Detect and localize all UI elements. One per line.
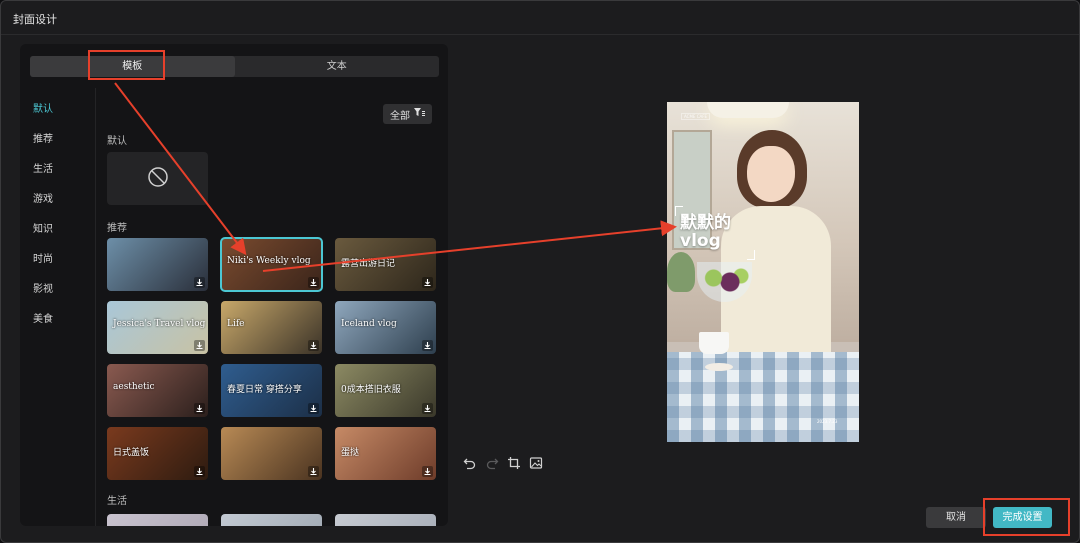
- category-fashion[interactable]: 时尚: [33, 250, 53, 265]
- section-label-default: 默认: [107, 136, 127, 147]
- preview-brand-sign: ACME CAFE: [681, 113, 711, 120]
- template-thumbnail[interactable]: 春夏日常 穿搭分享: [221, 364, 322, 417]
- preview-toolbar: [463, 455, 543, 470]
- template-thumbnail[interactable]: [335, 514, 436, 526]
- category-film[interactable]: 影视: [33, 280, 53, 295]
- preview-plant: [667, 252, 695, 292]
- preview-cover-title[interactable]: 默默的 vlog: [680, 214, 731, 250]
- done-button[interactable]: 完成设置: [993, 507, 1052, 528]
- section-label-life: 生活: [107, 496, 127, 507]
- preview-lamp: [707, 102, 789, 118]
- category-food[interactable]: 美食: [33, 310, 53, 325]
- filter-label: 全部: [390, 110, 410, 122]
- template-grid-area: 全部 默认 推荐 Niki's Weekly vlog 露营出游日记 Jessica…: [97, 88, 448, 526]
- download-icon[interactable]: [422, 340, 433, 351]
- filter-icon: [414, 108, 425, 120]
- template-thumbnail[interactable]: Niki's Weekly vlog: [220, 237, 323, 292]
- panel-tabs: 模板 文本: [30, 56, 439, 77]
- template-thumbnail[interactable]: 日式盖饭: [107, 427, 208, 480]
- download-icon[interactable]: [422, 466, 433, 477]
- template-thumbnail[interactable]: Life: [221, 301, 322, 354]
- crop-icon[interactable]: [507, 455, 521, 469]
- template-thumbnail-title: 春夏日常 穿搭分享: [227, 385, 302, 395]
- template-thumbnail-title: Niki's Weekly vlog: [227, 256, 311, 266]
- download-icon[interactable]: [308, 466, 319, 477]
- template-thumbnail[interactable]: Iceland vlog: [335, 301, 436, 354]
- template-thumbnail-title: Iceland vlog: [341, 319, 397, 329]
- preview-girl-face: [747, 146, 795, 202]
- preview-date: 2023.7.23: [817, 419, 838, 424]
- no-template-tile[interactable]: [107, 152, 208, 205]
- template-thumbnail[interactable]: [221, 514, 322, 526]
- preview-bracket-bottom-right: [747, 250, 755, 260]
- preview-cup: [699, 332, 729, 354]
- undo-icon[interactable]: [463, 455, 477, 470]
- cover-design-dialog: 封面设计 模板 文本 默认 推荐 生活 游戏 知识 时尚 影视 美食 全部 默认: [0, 0, 1080, 543]
- template-thumbnail-title: aesthetic: [113, 382, 155, 392]
- preview-title-line1: 默默的: [680, 213, 731, 233]
- redo-icon[interactable]: [485, 455, 499, 470]
- download-icon[interactable]: [308, 340, 319, 351]
- category-life[interactable]: 生活: [33, 160, 53, 175]
- download-icon[interactable]: [308, 403, 319, 414]
- category-sidebar: 默认 推荐 生活 游戏 知识 时尚 影视 美食: [20, 88, 96, 526]
- template-thumbnail-title: 0成本搭旧衣服: [341, 385, 401, 395]
- template-thumbnail[interactable]: 露营出游日记: [335, 238, 436, 291]
- download-icon[interactable]: [308, 277, 319, 288]
- replace-image-icon[interactable]: [529, 455, 543, 469]
- filter-button[interactable]: 全部: [383, 104, 432, 124]
- tab-text[interactable]: 文本: [235, 56, 440, 77]
- title-divider: [1, 34, 1079, 35]
- template-thumbnail[interactable]: 蛋挞: [335, 427, 436, 480]
- cover-preview[interactable]: ACME CAFE 默默的 vlog 2023.7.23: [667, 102, 859, 442]
- section-label-recommend: 推荐: [107, 223, 127, 234]
- template-thumbnail[interactable]: [107, 238, 208, 291]
- cancel-button[interactable]: 取消: [926, 507, 986, 528]
- category-default[interactable]: 默认: [33, 100, 53, 115]
- preview-tablecloth-pattern: [667, 352, 859, 442]
- template-thumbnail-title: 蛋挞: [341, 448, 360, 458]
- preview-title-line2: vlog: [680, 231, 721, 251]
- category-knowledge[interactable]: 知识: [33, 220, 53, 235]
- category-recommend[interactable]: 推荐: [33, 130, 53, 145]
- template-thumbnail-title: 露营出游日记: [341, 259, 396, 269]
- template-thumbnail[interactable]: [107, 514, 208, 526]
- template-thumbnail-title: Life: [227, 319, 245, 329]
- no-template-icon: [147, 166, 169, 192]
- template-thumbnail-title: Jessica's Travel vlog: [113, 319, 206, 329]
- template-thumbnail[interactable]: [221, 427, 322, 480]
- dialog-title: 封面设计: [13, 13, 57, 26]
- download-icon[interactable]: [194, 466, 205, 477]
- preview-plate: [705, 363, 733, 371]
- category-game[interactable]: 游戏: [33, 190, 53, 205]
- download-icon[interactable]: [422, 277, 433, 288]
- template-thumbnail[interactable]: aesthetic: [107, 364, 208, 417]
- download-icon[interactable]: [194, 277, 205, 288]
- template-thumbnail[interactable]: 0成本搭旧衣服: [335, 364, 436, 417]
- template-thumbnail-title: 日式盖饭: [113, 448, 150, 458]
- template-panel: 模板 文本 默认 推荐 生活 游戏 知识 时尚 影视 美食 全部 默认 推荐 N…: [20, 44, 448, 526]
- download-icon[interactable]: [194, 340, 205, 351]
- tab-template[interactable]: 模板: [30, 56, 235, 77]
- download-icon[interactable]: [194, 403, 205, 414]
- template-thumbnail[interactable]: Jessica's Travel vlog: [107, 301, 208, 354]
- download-icon[interactable]: [422, 403, 433, 414]
